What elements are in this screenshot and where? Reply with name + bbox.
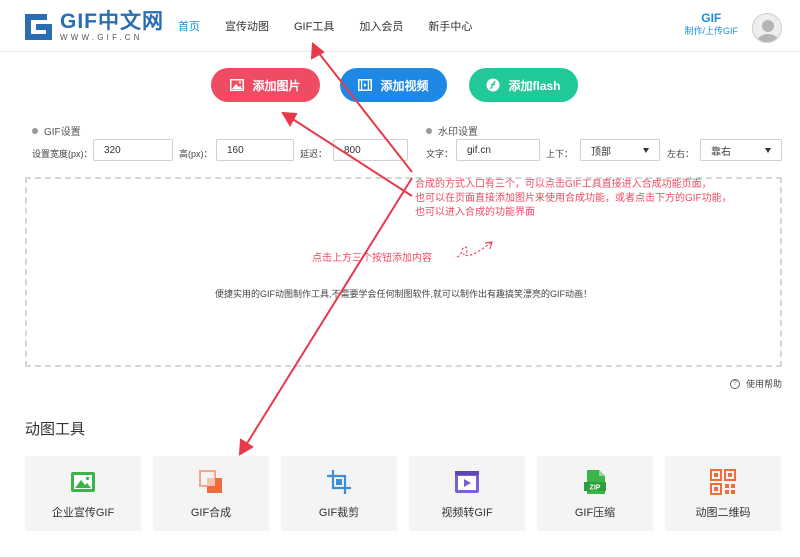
upload-gif-title: GIF <box>701 11 722 25</box>
add-flash-button[interactable]: 添加flash <box>469 68 578 102</box>
delay-input[interactable] <box>333 139 408 161</box>
annotation-line-2: 也可以在页面直接添加图片来使用合成功能，或者点击下方的GIF功能， <box>415 193 732 204</box>
image-icon <box>71 472 95 492</box>
zip-icon: ZIP <box>584 470 606 494</box>
add-image-label: 添加图片 <box>252 78 301 93</box>
dropzone-description: 便捷实用的GIF动图制作工具,不需要学会任何制图软件,就可以制作出有趣搞笑漂亮的… <box>214 289 592 299</box>
site-logo[interactable]: GIF中文网 WWW.GIF.CN <box>24 10 164 44</box>
tool-label: 动图二维码 <box>695 507 751 519</box>
nav-item-home[interactable]: 首页 <box>178 18 200 34</box>
tool-label: GIF合成 <box>190 507 232 519</box>
chevron-down-icon <box>765 147 771 153</box>
main-nav: 首页 宣传动图 GIF工具 加入会员 新手中心 <box>178 0 497 52</box>
add-image-button[interactable]: 添加图片 <box>211 68 320 102</box>
nav-item-join-member[interactable]: 加入会员 <box>359 18 403 34</box>
tool-label: 企业宣传GIF <box>51 507 115 519</box>
tool-card-gif-merge[interactable]: GIF合成 <box>153 456 269 531</box>
add-video-button[interactable]: 添加视频 <box>340 68 447 102</box>
header: GIF中文网 WWW.GIF.CN 首页 宣传动图 GIF工具 加入会员 新手中… <box>0 0 800 52</box>
annotation-line-3: 也可以进入合成的功能界面 <box>415 207 535 218</box>
tool-card-video-to-gif[interactable]: 视频转GIF <box>409 456 525 531</box>
user-avatar-icon[interactable] <box>752 13 782 43</box>
add-video-label: 添加视频 <box>380 78 429 93</box>
help-label: 使用帮助 <box>745 379 782 389</box>
annotation-line-1: 合成的方式入口有三个，可以点击GIF工具直接进入合成功能页面， <box>415 179 712 190</box>
logo-subtitle: WWW.GIF.CN <box>60 33 143 42</box>
merge-icon <box>199 470 222 493</box>
tool-label: GIF裁剪 <box>318 507 360 519</box>
upload-gif-link[interactable]: GIF 制作/上传GIF <box>685 11 739 38</box>
dropzone-hint: 点击上方三个按钮添加内容 <box>312 253 432 264</box>
bullet-icon <box>426 127 432 134</box>
flash-icon <box>486 78 500 92</box>
width-input[interactable] <box>93 139 173 161</box>
help-link[interactable]: ? 使用帮助 <box>729 377 782 390</box>
logo-icon <box>25 14 52 40</box>
tool-card-gif-compress[interactable]: ZIP GIF压缩 <box>537 456 653 531</box>
height-label: 高(px)： <box>179 149 213 159</box>
arrowhead-add-image <box>281 111 298 128</box>
tool-label: 视频转GIF <box>441 507 493 519</box>
nav-item-beginner-center[interactable]: 新手中心 <box>428 18 472 34</box>
video-icon <box>358 79 373 91</box>
tool-card-promo-gif[interactable]: 企业宣传GIF <box>25 456 141 531</box>
horizontal-position-label: 左右： <box>667 149 695 159</box>
svg-text:ZIP: ZIP <box>590 485 601 492</box>
tool-label: GIF压缩 <box>574 507 616 519</box>
width-label: 设置宽度(px)： <box>32 149 93 159</box>
height-input[interactable] <box>216 139 294 161</box>
arrowhead-gif-merge <box>238 438 254 456</box>
bullet-icon <box>32 127 38 134</box>
logo-title: GIF中文网 <box>60 10 164 33</box>
video-icon <box>455 471 479 493</box>
chevron-down-icon <box>643 147 649 153</box>
vertical-position-value: 顶部 <box>591 146 611 158</box>
nav-item-gif-tools[interactable]: GIF工具 <box>294 18 334 34</box>
gif-settings-title: GIF设置 <box>32 123 81 138</box>
vertical-position-select[interactable]: 顶部 <box>580 139 660 161</box>
avatar-silhouette <box>757 20 779 42</box>
horizontal-position-select[interactable]: 靠右 <box>700 139 782 161</box>
tool-card-gif-crop[interactable]: GIF裁剪 <box>281 456 397 531</box>
qrcode-icon <box>710 469 736 495</box>
watermark-settings-title: 水印设置 <box>426 123 478 138</box>
vertical-position-label: 上下： <box>546 149 574 159</box>
gif-settings-label: GIF设置 <box>44 127 81 138</box>
horizontal-position-value: 靠右 <box>711 146 731 158</box>
image-icon <box>230 79 245 91</box>
watermark-text-input[interactable] <box>456 139 540 161</box>
question-icon: ? <box>729 378 740 389</box>
tool-card-gif-qrcode[interactable]: 动图二维码 <box>665 456 781 531</box>
delay-label: 延迟： <box>300 149 328 159</box>
crop-icon <box>327 470 351 494</box>
watermark-text-label: 文字： <box>426 149 454 159</box>
add-flash-label: 添加flash <box>508 78 561 93</box>
tools-section-title: 动图工具 <box>25 421 86 438</box>
tutorial-annotation: 合成的方式入口有三个，可以点击GIF工具直接进入合成功能页面， 也可以在页面直接… <box>415 178 785 220</box>
upload-gif-subtitle: 制作/上传GIF <box>684 26 739 36</box>
doodle-arrow-icon <box>456 241 493 258</box>
nav-item-promo-gif[interactable]: 宣传动图 <box>225 18 269 34</box>
watermark-settings-label: 水印设置 <box>438 127 478 138</box>
